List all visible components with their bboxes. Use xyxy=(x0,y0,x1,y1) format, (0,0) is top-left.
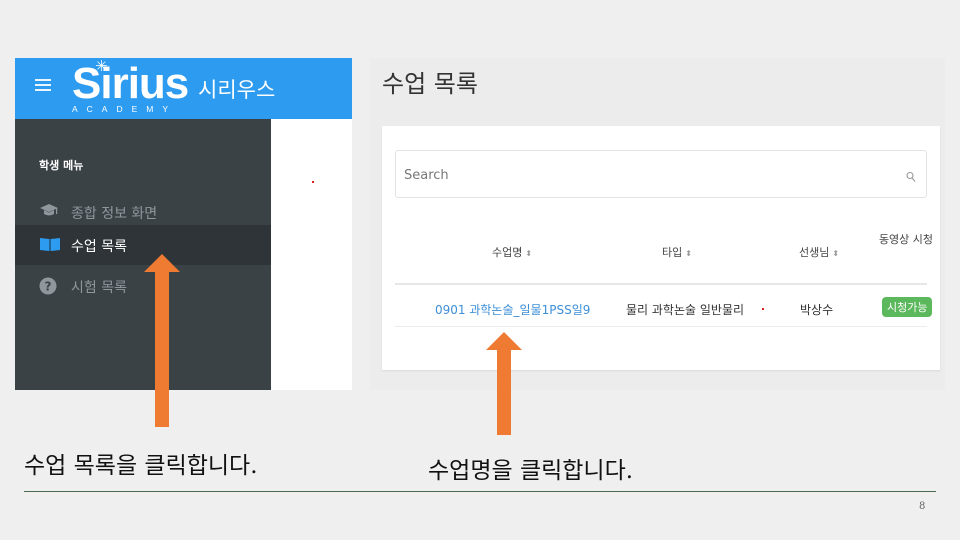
star-icon: ✳ xyxy=(95,57,108,75)
brand-header: ✳ Sirius ACADEMY 시리우스 xyxy=(15,58,352,119)
hamburger-menu-icon[interactable] xyxy=(35,79,51,93)
svg-text:?: ? xyxy=(45,280,52,294)
class-list-card: 수업명⬍ 타입⬍ 선생님⬍ 동영상 시청 0901 과학논술_일물1PSS일9 … xyxy=(382,126,940,370)
arrow-up-icon xyxy=(486,332,522,435)
arrow-up-icon xyxy=(144,254,180,427)
caption-right: 수업명을 클릭합니다. xyxy=(428,458,634,484)
stray-dot xyxy=(312,181,314,183)
column-header-course[interactable]: 수업명 ⬍ xyxy=(492,244,532,260)
sort-icon: ⬍ xyxy=(525,249,533,258)
video-available-badge[interactable]: 시청가능 xyxy=(882,297,933,317)
class-list-screenshot: 수업 목록 수업명⬍ 타입⬍ 선생님⬍ 동영상 시청 0901 과학논술_일물1… xyxy=(370,58,945,390)
question-circle-icon: ? xyxy=(39,277,59,295)
footer-divider xyxy=(24,491,936,492)
column-header-teacher[interactable]: 선생님 ⬍ xyxy=(799,244,839,260)
logo[interactable]: ✳ Sirius ACADEMY xyxy=(72,57,189,115)
page-number: 8 xyxy=(919,501,926,512)
stray-dot xyxy=(762,308,764,310)
sidebar-heading: 학생 메뉴 xyxy=(39,159,84,172)
brand-korean-name: 시리우스 xyxy=(198,78,276,102)
column-header-type[interactable]: 타입 ⬍ xyxy=(662,244,692,260)
search-box[interactable] xyxy=(395,150,927,198)
sort-icon: ⬍ xyxy=(832,249,840,258)
course-name-link[interactable]: 0901 과학논술_일물1PSS일9 xyxy=(435,301,590,318)
book-icon xyxy=(39,236,60,254)
row-divider xyxy=(395,326,927,327)
sidebar-item-label: 종합 정보 화면 xyxy=(71,206,158,222)
sidebar-item-label: 수업 목록 xyxy=(71,239,127,255)
sort-icon: ⬍ xyxy=(685,249,692,258)
course-type-cell: 물리 과학논술 일반물리 xyxy=(626,303,745,317)
header-divider xyxy=(395,283,927,285)
caption-left: 수업 목록을 클릭합니다. xyxy=(24,453,258,479)
page-title: 수업 목록 xyxy=(382,70,478,98)
search-input[interactable] xyxy=(404,165,884,185)
logo-subtitle: ACADEMY xyxy=(72,104,178,114)
column-header-video[interactable]: 동영상 시청 xyxy=(876,226,936,254)
graduation-cap-icon xyxy=(39,203,59,221)
search-icon[interactable] xyxy=(906,168,916,182)
logo-text: Sirius xyxy=(72,59,189,108)
sidebar-screenshot: ✳ Sirius ACADEMY 시리우스 학생 메뉴 종합 정보 화면 수업 … xyxy=(15,58,352,390)
sidebar-item-label: 시험 목록 xyxy=(71,280,127,296)
teacher-cell: 박상수 xyxy=(800,303,834,317)
